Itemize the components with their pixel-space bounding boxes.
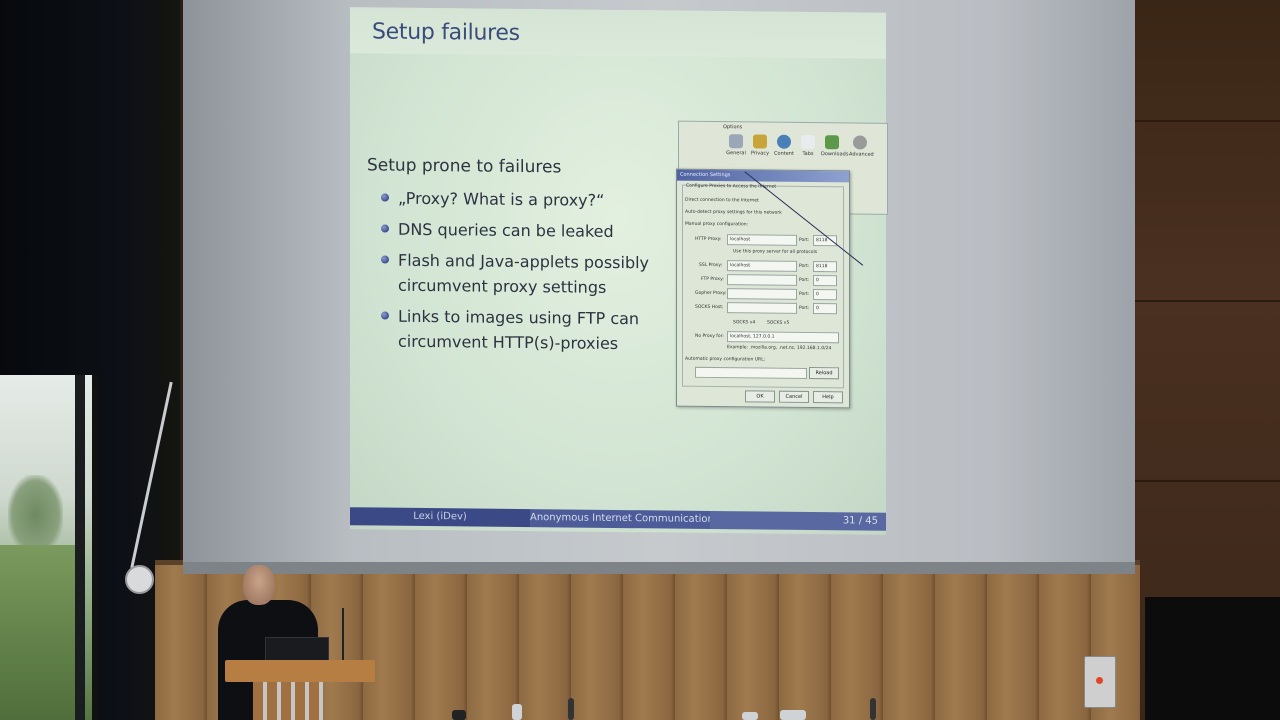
http-proxy-label: HTTP Proxy: xyxy=(695,236,722,243)
same-proxy-checkbox: Use this proxy server for all protocols xyxy=(733,249,818,256)
no-proxy-label: No Proxy for: xyxy=(695,333,724,340)
footer-author: Lexi (iDev) xyxy=(350,507,530,528)
download-icon xyxy=(825,135,839,150)
footer-page-number: 31 / 45 xyxy=(710,510,886,531)
port-label: Port: xyxy=(799,263,810,270)
ssl-proxy-label: SSL Proxy: xyxy=(699,262,723,269)
toolbar-label: Downloads xyxy=(821,151,849,158)
bullet-text: „Proxy? What is a proxy?“ xyxy=(398,188,605,210)
slide-title: Setup failures xyxy=(372,19,520,46)
bullet-item: Links to images using FTP can circumvent… xyxy=(380,304,680,357)
footer-talk-title: Anonymous Internet Communication Don xyxy=(530,509,710,529)
toolbar-general: General xyxy=(725,134,747,156)
help-button: Help xyxy=(813,391,843,404)
glass xyxy=(742,712,758,720)
toolbar-content: Content xyxy=(773,134,795,157)
tabs-icon xyxy=(801,134,815,150)
toolbar-label: Tabs xyxy=(802,150,814,158)
window-frame xyxy=(75,375,85,720)
bullet-text: DNS queries can be leaked xyxy=(398,219,614,241)
toolbar-label: Content xyxy=(774,150,794,157)
window xyxy=(0,375,98,720)
microphone xyxy=(342,608,344,663)
podium-stand xyxy=(253,682,323,720)
port-label: Port: xyxy=(799,277,810,284)
bullet-icon xyxy=(381,311,389,320)
bullet-item: Flash and Java-applets possibly circumve… xyxy=(380,248,680,301)
auto-config-option: Automatic proxy configuration URL: xyxy=(685,356,766,363)
screen-bottom-edge xyxy=(183,562,1135,574)
toolbar-downloads: Downloads xyxy=(821,135,848,157)
glass xyxy=(780,710,806,720)
table-object xyxy=(452,710,466,720)
ssl-port-field: 8118 xyxy=(813,261,837,273)
ftp-proxy-label: FTP Proxy: xyxy=(701,276,724,283)
options-window-title: Options xyxy=(723,124,743,131)
toolbar-label: General xyxy=(726,150,746,157)
option-direct: Direct connection to the Internet xyxy=(685,197,759,204)
general-icon xyxy=(729,134,743,149)
slide-lead-text: Setup prone to failures xyxy=(367,155,562,178)
socks-port-field: 0 xyxy=(813,303,837,315)
table-objects xyxy=(450,698,900,720)
gopher-proxy-label: Gopher Proxy: xyxy=(695,290,727,297)
ok-button: OK xyxy=(745,390,775,403)
presenter-head xyxy=(243,565,275,605)
ssl-proxy-field: localhost xyxy=(727,260,797,272)
toolbar-privacy: Privacy xyxy=(749,134,771,157)
http-proxy-field: localhost xyxy=(727,234,797,246)
gopher-port-field: 0 xyxy=(813,289,837,301)
bullet-item: DNS queries can be leaked xyxy=(380,217,680,245)
presentation-slide: Setup failures Setup prone to failures „… xyxy=(350,7,888,535)
port-label: Port: xyxy=(799,237,810,244)
greenery xyxy=(0,545,75,720)
socks-host-field xyxy=(727,302,797,314)
dialog-title: Connection Settings xyxy=(677,169,849,183)
no-proxy-field: localhost, 127.0.0.1 xyxy=(727,331,839,344)
globe-icon xyxy=(777,134,791,149)
option-autodetect: Auto-detect proxy settings for this netw… xyxy=(685,209,782,216)
bullet-icon xyxy=(381,193,389,202)
bullet-icon xyxy=(381,255,389,264)
ftp-proxy-field xyxy=(727,274,797,286)
socks-host-label: SOCKS Host: xyxy=(695,304,724,311)
bullet-icon xyxy=(381,224,389,233)
bullet-list: „Proxy? What is a proxy?“ DNS queries ca… xyxy=(380,186,680,363)
slide-footer: Lexi (iDev) Anonymous Internet Communica… xyxy=(350,507,886,531)
ftp-port-field: 0 xyxy=(813,275,837,287)
gear-icon xyxy=(853,135,867,150)
socks-v5-radio: SOCKS v5 xyxy=(767,320,790,326)
indicator-led xyxy=(1096,677,1103,684)
wall-panel-line xyxy=(1135,120,1280,122)
bullet-text: Flash and Java-applets possibly circumve… xyxy=(398,250,650,297)
toolbar-advanced: Advanced xyxy=(849,135,874,158)
gopher-proxy-field xyxy=(727,288,797,300)
podium xyxy=(225,660,375,682)
reload-button: Reload xyxy=(809,367,839,380)
bullet-item: „Proxy? What is a proxy?“ xyxy=(380,186,680,214)
no-proxy-example: Example: .mozilla.org, .net.nz, 192.168.… xyxy=(727,345,832,352)
tree xyxy=(8,475,63,555)
port-label: Port: xyxy=(799,305,810,312)
cancel-button: Cancel xyxy=(779,390,809,404)
port-label: Port: xyxy=(799,291,810,298)
wall-switch xyxy=(1084,656,1116,708)
socks-v4-radio: SOCKS v4 xyxy=(733,320,756,326)
lock-icon xyxy=(753,134,767,149)
connection-settings-dialog: Connection Settings Configure Proxies to… xyxy=(676,168,850,409)
microphone-stand xyxy=(870,698,876,720)
toolbar-tabs: Tabs xyxy=(797,134,819,158)
dark-doorway xyxy=(1145,597,1280,720)
toolbar-label: Privacy xyxy=(750,150,770,157)
toolbar-label: Advanced xyxy=(849,151,874,158)
microphone-stand xyxy=(568,698,574,720)
bullet-text: Links to images using FTP can circumvent… xyxy=(398,306,640,354)
wall-speaker xyxy=(125,565,154,594)
auto-config-field xyxy=(695,366,807,379)
bottle xyxy=(512,704,522,720)
wall-panel-line xyxy=(1135,480,1280,482)
wall-panel-line xyxy=(1135,300,1280,302)
option-manual: Manual proxy configuration: xyxy=(685,221,749,228)
